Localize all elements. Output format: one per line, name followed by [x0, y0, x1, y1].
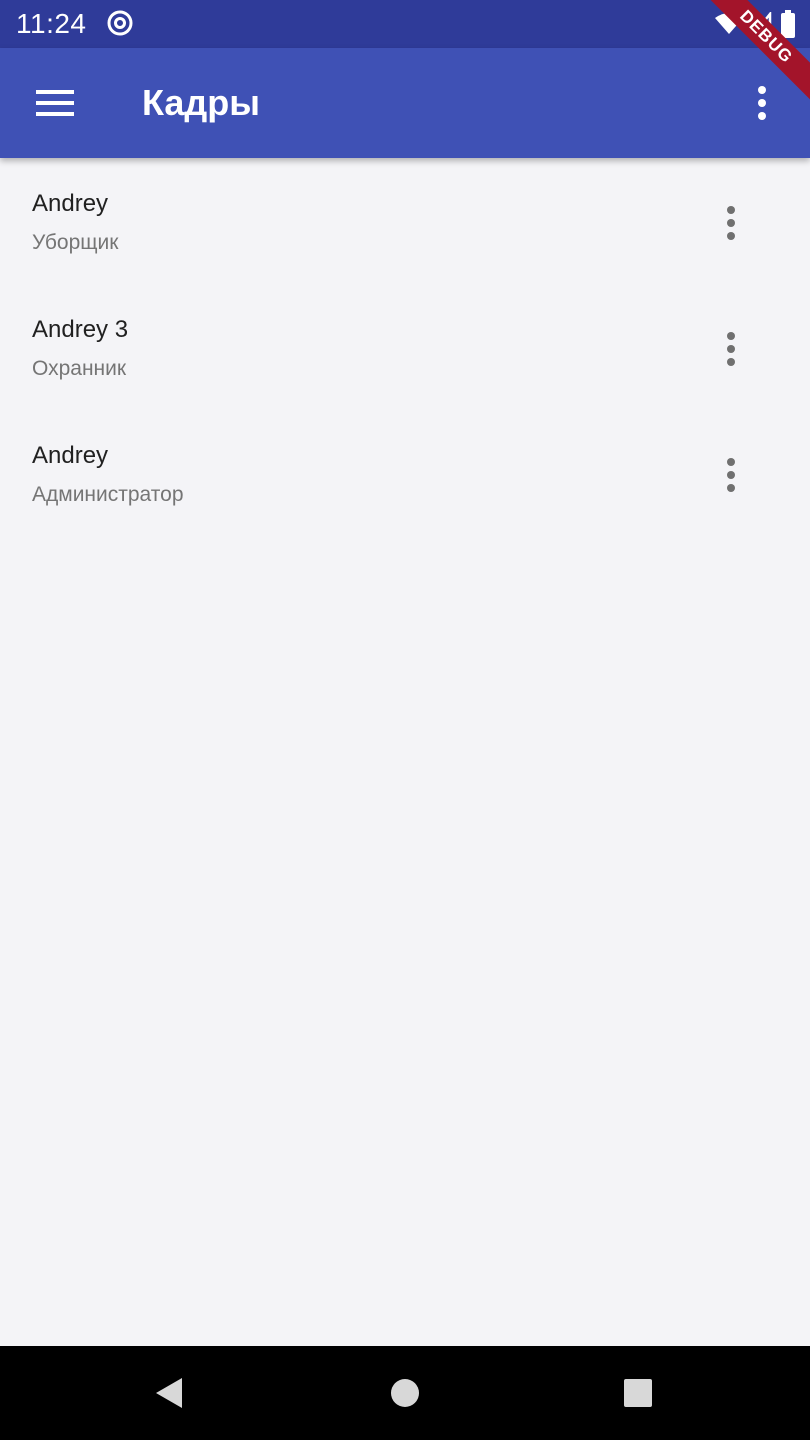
home-icon	[391, 1379, 419, 1407]
more-vert-icon	[727, 458, 735, 492]
signal-icon	[752, 12, 772, 36]
status-time: 11:24	[16, 8, 87, 39]
employee-name: Andrey 3	[32, 316, 129, 343]
battery-icon	[781, 10, 795, 38]
app-bar: Кадры	[0, 48, 810, 158]
at-sign-icon	[107, 10, 133, 36]
employee-position: Охранник	[32, 357, 127, 380]
employee-position: Уборщик	[32, 231, 119, 254]
recents-button[interactable]	[613, 1368, 663, 1418]
back-icon	[156, 1378, 182, 1408]
page-title: Кадры	[142, 82, 261, 123]
more-vert-icon	[727, 206, 735, 240]
item-more-button[interactable]	[706, 198, 756, 248]
employee-name: Andrey	[32, 442, 109, 469]
employee-name: Andrey	[32, 190, 109, 217]
recents-icon	[624, 1379, 652, 1407]
list-item[interactable]: Andrey Уборщик	[0, 158, 810, 284]
back-button[interactable]	[144, 1368, 194, 1418]
more-vert-icon	[758, 86, 766, 120]
status-bar: 11:24	[0, 0, 810, 48]
employee-position: Администратор	[32, 483, 184, 506]
list-item[interactable]: Andrey Администратор	[0, 410, 810, 536]
item-more-button[interactable]	[706, 324, 756, 374]
status-icons	[714, 10, 796, 38]
home-button[interactable]	[380, 1368, 430, 1418]
overflow-menu-button[interactable]	[736, 72, 788, 134]
item-more-button[interactable]	[706, 450, 756, 500]
system-nav-bar	[0, 1346, 810, 1440]
menu-button[interactable]	[22, 72, 88, 134]
hamburger-menu-icon	[36, 90, 74, 116]
wifi-icon	[715, 13, 743, 34]
list-item[interactable]: Andrey 3 Охранник	[0, 284, 810, 410]
employee-list: Andrey Уборщик Andrey 3 Охранник Andrey …	[0, 158, 810, 536]
more-vert-icon	[727, 332, 735, 366]
